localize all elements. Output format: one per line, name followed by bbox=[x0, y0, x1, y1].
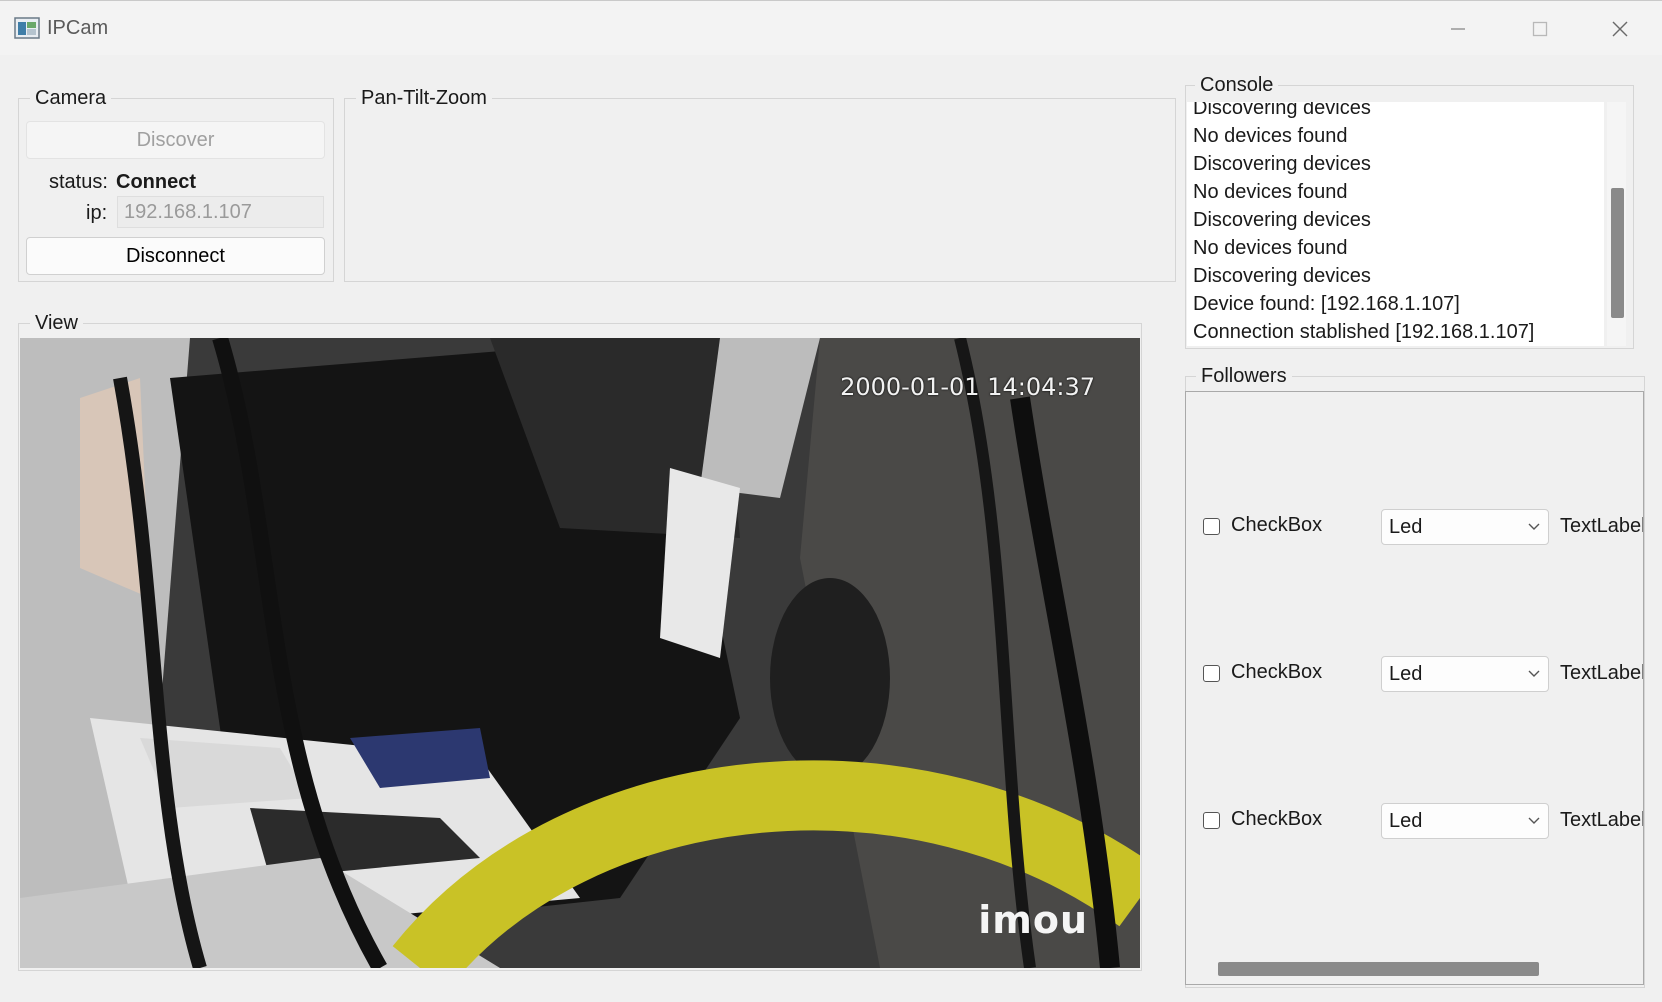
follower-row: CheckBox Led TextLabel bbox=[1186, 803, 1644, 839]
camera-legend: Camera bbox=[30, 87, 112, 109]
chevron-down-icon bbox=[1528, 817, 1540, 824]
maximize-button[interactable] bbox=[1514, 11, 1566, 47]
maximize-icon bbox=[1532, 21, 1548, 37]
console-line: Device found: [192.168.1.107] bbox=[1193, 293, 1460, 315]
view-legend: View bbox=[30, 312, 83, 334]
ptz-legend: Pan-Tilt-Zoom bbox=[356, 87, 492, 109]
follower-device-select[interactable]: Led bbox=[1381, 803, 1549, 839]
ip-field[interactable]: 192.168.1.107 bbox=[117, 196, 324, 228]
ipcam-window: IPCam Camera Discover status: Connect ip… bbox=[0, 0, 1662, 1002]
console-line: Connection stablished [192.168.1.107] bbox=[1193, 321, 1535, 343]
console-scrollbar[interactable] bbox=[1607, 102, 1626, 346]
console-legend: Console bbox=[1195, 74, 1279, 96]
minimize-icon bbox=[1451, 28, 1465, 30]
console-line: No devices found bbox=[1193, 237, 1348, 259]
console-line: Discovering devices bbox=[1193, 265, 1371, 287]
follower-device-select[interactable]: Led bbox=[1381, 656, 1549, 692]
discover-button[interactable]: Discover bbox=[26, 121, 325, 159]
console-line: Discovering devices bbox=[1193, 102, 1371, 119]
follower-checkbox-label[interactable]: CheckBox bbox=[1231, 661, 1322, 684]
camera-video-feed: 2000-01-01 14:04:37 imou bbox=[20, 338, 1140, 968]
console-log[interactable]: Discovering devices No devices found Dis… bbox=[1187, 102, 1604, 346]
follower-checkbox[interactable] bbox=[1203, 812, 1220, 829]
status-label: status: bbox=[49, 171, 108, 193]
status-value: Connect bbox=[116, 171, 196, 193]
console-line: No devices found bbox=[1193, 125, 1348, 147]
console-line: No devices found bbox=[1193, 181, 1348, 203]
app-window-icon bbox=[14, 17, 40, 39]
followers-horizontal-scrollbar[interactable] bbox=[1186, 956, 1643, 984]
follower-row: CheckBox Led TextLabel bbox=[1186, 656, 1644, 692]
ptz-group bbox=[344, 98, 1176, 282]
follower-device-value: Led bbox=[1389, 516, 1423, 538]
ip-label: ip: bbox=[86, 202, 108, 224]
follower-checkbox-label[interactable]: CheckBox bbox=[1231, 808, 1322, 831]
close-button[interactable] bbox=[1594, 11, 1646, 47]
follower-checkbox[interactable] bbox=[1203, 665, 1220, 682]
disconnect-button[interactable]: Disconnect bbox=[26, 237, 325, 275]
console-line: Discovering devices bbox=[1193, 209, 1371, 231]
followers-scroll-thumb[interactable] bbox=[1218, 962, 1539, 976]
console-lines: Discovering devices No devices found Dis… bbox=[1193, 102, 1534, 346]
camera-scene bbox=[20, 338, 1140, 968]
minimize-button[interactable] bbox=[1432, 11, 1484, 47]
follower-device-value: Led bbox=[1389, 663, 1423, 685]
follower-checkbox-label[interactable]: CheckBox bbox=[1231, 514, 1322, 537]
console-scroll-thumb[interactable] bbox=[1611, 188, 1624, 318]
follower-row: CheckBox Led TextLabel bbox=[1186, 509, 1644, 545]
follower-text-label: TextLabel bbox=[1560, 662, 1644, 684]
chevron-down-icon bbox=[1528, 670, 1540, 677]
video-watermark: imou bbox=[978, 898, 1088, 942]
follower-text-label: TextLabel bbox=[1560, 515, 1644, 537]
chevron-down-icon bbox=[1528, 523, 1540, 530]
video-timestamp: 2000-01-01 14:04:37 bbox=[840, 373, 1095, 401]
follower-device-value: Led bbox=[1389, 810, 1423, 832]
follower-text-label: TextLabel bbox=[1560, 809, 1644, 831]
followers-legend: Followers bbox=[1196, 365, 1292, 387]
close-icon bbox=[1612, 21, 1628, 37]
followers-scroll-area[interactable]: CheckBox Led TextLabel CheckBox Led Text… bbox=[1185, 391, 1644, 985]
window-title: IPCam bbox=[47, 17, 109, 39]
title-bar[interactable]: IPCam bbox=[0, 1, 1662, 55]
follower-device-select[interactable]: Led bbox=[1381, 509, 1549, 545]
console-line: Discovering devices bbox=[1193, 153, 1371, 175]
follower-checkbox[interactable] bbox=[1203, 518, 1220, 535]
